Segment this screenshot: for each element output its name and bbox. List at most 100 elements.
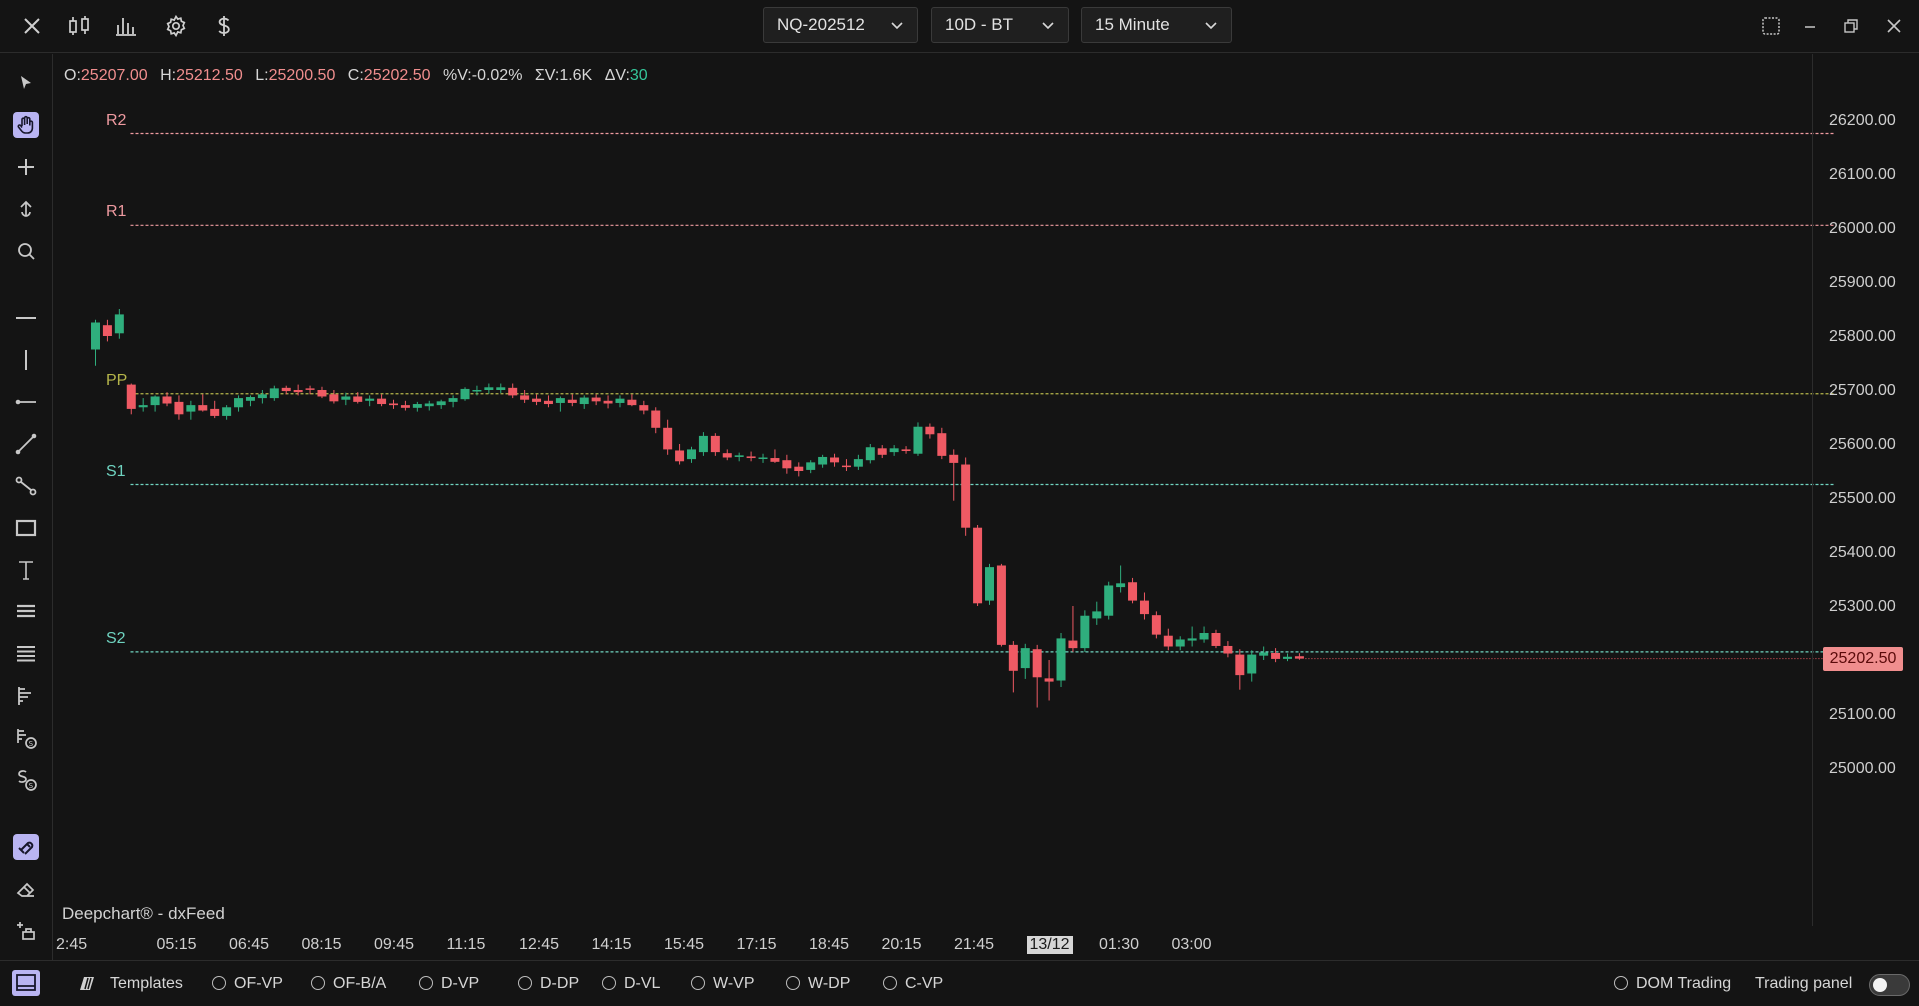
candle[interactable] — [1235, 649, 1245, 690]
rectangle-tool-icon[interactable] — [13, 515, 39, 541]
candle[interactable] — [973, 525, 983, 606]
candle[interactable] — [269, 385, 279, 401]
ray-tool-icon[interactable] — [13, 389, 39, 415]
candle[interactable] — [913, 422, 923, 456]
candle[interactable] — [675, 444, 685, 465]
candle[interactable] — [1008, 641, 1018, 693]
candle[interactable] — [1128, 577, 1138, 604]
candle[interactable] — [1223, 641, 1233, 658]
candle[interactable] — [150, 395, 160, 412]
candle[interactable] — [1199, 626, 1209, 643]
candle[interactable] — [687, 446, 696, 463]
study-toggle-w-dp[interactable]: W-DP — [786, 975, 850, 993]
candle[interactable] — [257, 390, 267, 404]
hand-tool-icon[interactable] — [13, 112, 39, 138]
fib-extension-tool-icon[interactable] — [13, 641, 39, 667]
candle[interactable] — [710, 433, 720, 456]
candle[interactable] — [1247, 650, 1257, 682]
candle[interactable] — [555, 396, 565, 412]
candle[interactable] — [961, 457, 971, 536]
candle[interactable] — [472, 385, 482, 396]
candle[interactable] — [424, 400, 434, 411]
cursor-tool-icon[interactable] — [13, 70, 39, 96]
candle[interactable] — [949, 449, 959, 501]
candle[interactable] — [186, 400, 196, 420]
candle[interactable] — [1092, 601, 1102, 625]
candle[interactable] — [484, 383, 494, 394]
study-radio[interactable] — [883, 976, 897, 990]
candle[interactable] — [317, 386, 327, 399]
candle[interactable] — [245, 395, 255, 407]
study-toggle-of-b-a[interactable]: OF-B/A — [311, 975, 386, 993]
time-axis[interactable]: 2:45 05:15 06:45 08:15 09:45 11:15 12:45 14:15 1… — [54, 926, 1812, 960]
candle[interactable] — [436, 399, 446, 409]
candle[interactable] — [460, 387, 470, 401]
candle[interactable] — [102, 319, 112, 342]
candle[interactable] — [937, 427, 947, 460]
restore-icon[interactable] — [1841, 16, 1861, 36]
vertical-line-tool-icon[interactable] — [13, 347, 39, 373]
candle[interactable] — [794, 462, 804, 477]
crosshair-tool-icon[interactable] — [13, 154, 39, 180]
candle[interactable] — [234, 395, 244, 412]
candle[interactable] — [806, 460, 816, 474]
candle[interactable] — [281, 385, 291, 395]
study-toggle-d-vp[interactable]: D-VP — [419, 975, 479, 993]
extended-line-tool-icon[interactable] — [13, 473, 39, 499]
candle[interactable] — [138, 398, 148, 412]
candle[interactable] — [985, 563, 994, 605]
minimize-icon[interactable] — [1800, 16, 1820, 36]
candle[interactable] — [377, 394, 387, 407]
candle[interactable] — [746, 451, 756, 462]
symbol-select[interactable]: NQ-202512 — [763, 7, 918, 43]
dom-trading-radio[interactable] — [1614, 976, 1628, 990]
candle[interactable] — [400, 400, 410, 411]
candle[interactable] — [579, 395, 589, 409]
candle[interactable] — [734, 452, 744, 462]
close-window-icon[interactable] — [1884, 16, 1904, 36]
candle[interactable] — [853, 454, 863, 470]
fibonacci-tool-icon[interactable] — [13, 599, 39, 625]
text-tool-icon[interactable] — [13, 557, 39, 583]
price-axis[interactable]: 26200.00 26100.00 26000.00 25900.00 25800.00… — [1812, 54, 1919, 926]
study-radio[interactable] — [419, 976, 433, 990]
panel-toggle-icon[interactable] — [12, 970, 40, 996]
candle[interactable] — [222, 405, 232, 420]
candle[interactable] — [698, 432, 708, 456]
trading-panel-switch[interactable] — [1869, 974, 1910, 996]
zoom-tool-icon[interactable] — [13, 238, 39, 264]
candle[interactable] — [448, 395, 458, 408]
candle[interactable] — [1044, 660, 1054, 701]
candle[interactable] — [865, 444, 875, 464]
study-radio[interactable] — [212, 976, 226, 990]
candle[interactable] — [639, 400, 649, 415]
candle[interactable] — [532, 394, 542, 406]
candle[interactable] — [1187, 626, 1197, 647]
candle[interactable] — [841, 459, 851, 471]
candle[interactable] — [1163, 628, 1173, 651]
candle[interactable] — [1032, 644, 1042, 708]
settings-gear-icon[interactable] — [164, 14, 188, 38]
eraser-icon[interactable] — [13, 876, 39, 902]
candle[interactable] — [782, 454, 792, 474]
study-radio[interactable] — [518, 976, 532, 990]
candle[interactable] — [1175, 636, 1185, 651]
candle[interactable] — [198, 394, 208, 412]
candle[interactable] — [925, 423, 935, 439]
candle[interactable] — [603, 395, 613, 409]
candle[interactable] — [365, 395, 375, 407]
candle[interactable] — [329, 390, 339, 404]
session-s-tool-icon[interactable]: S — [13, 767, 39, 793]
candle[interactable] — [1283, 653, 1292, 662]
candle[interactable] — [162, 392, 172, 407]
candle[interactable] — [508, 383, 518, 399]
study-toggle-of-vp[interactable]: OF-VP — [212, 975, 283, 993]
candle[interactable] — [520, 390, 530, 403]
layout-icon[interactable] — [1761, 16, 1781, 36]
candle[interactable] — [1271, 648, 1281, 663]
candle[interactable] — [722, 449, 732, 461]
candle[interactable] — [615, 395, 625, 408]
candle[interactable] — [126, 383, 136, 415]
candle[interactable] — [1116, 565, 1126, 593]
candle[interactable] — [412, 401, 422, 412]
